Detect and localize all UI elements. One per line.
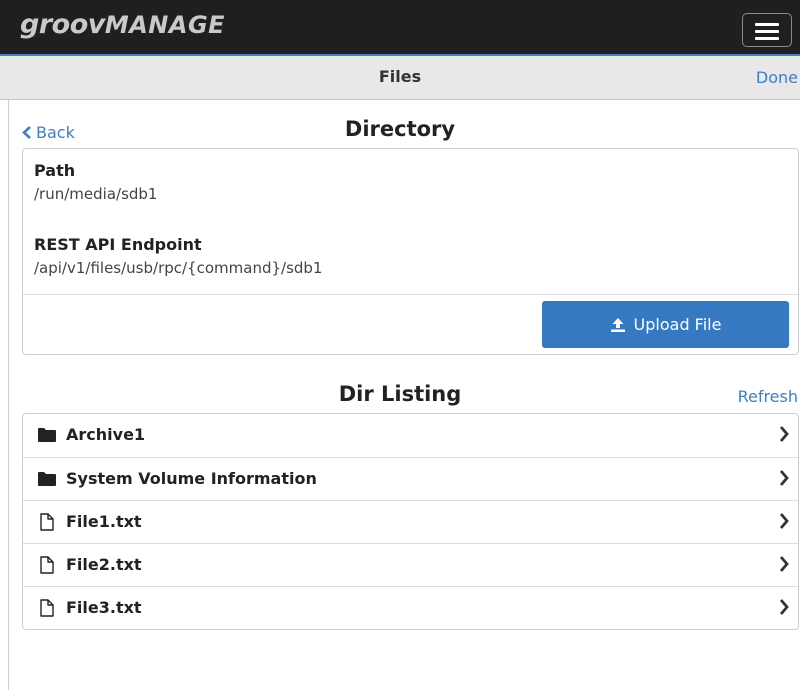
list-item-file3[interactable]: File3.txt <box>23 586 798 629</box>
list-item-name: System Volume Information <box>66 469 317 488</box>
hamburger-menu-button[interactable] <box>742 13 792 47</box>
dir-listing-panel: Archive1 System Volume Information File1… <box>22 413 799 630</box>
path-field: Path /run/media/sdb1 <box>34 161 157 203</box>
logo-text-manage: MANAGE <box>104 11 226 39</box>
upload-file-button[interactable]: Upload File <box>542 301 789 348</box>
path-value: /run/media/sdb1 <box>34 185 158 203</box>
page-title: Files <box>378 67 422 86</box>
file-icon <box>40 599 54 617</box>
chevron-right-icon <box>779 513 789 529</box>
hamburger-icon-line <box>755 37 779 40</box>
refresh-link[interactable]: Refresh <box>738 387 798 406</box>
hamburger-icon-line <box>755 30 779 33</box>
list-item-file1[interactable]: File1.txt <box>23 500 798 543</box>
chevron-left-icon <box>22 126 31 139</box>
folder-icon <box>38 428 56 442</box>
list-item-name: File1.txt <box>66 512 142 531</box>
list-item-name: File3.txt <box>66 598 142 617</box>
chevron-right-icon <box>779 599 789 615</box>
directory-title: Directory <box>344 117 456 141</box>
list-item-name: Archive1 <box>66 425 146 444</box>
done-link[interactable]: Done <box>756 68 798 87</box>
groov-manage-logo: groovMANAGE <box>20 9 225 40</box>
upload-label: Upload File <box>633 315 722 334</box>
chevron-right-icon <box>779 556 789 572</box>
directory-section-header: Directory Back <box>0 117 800 147</box>
list-item-archive1[interactable]: Archive1 <box>23 414 798 457</box>
back-label: Back <box>36 123 75 142</box>
folder-icon <box>38 472 56 486</box>
chevron-right-icon <box>779 426 789 442</box>
list-item-name: File2.txt <box>66 555 142 574</box>
listing-title: Dir Listing <box>338 382 462 406</box>
panel-divider <box>23 294 798 295</box>
list-item-system-volume-information[interactable]: System Volume Information <box>23 457 798 500</box>
path-label: Path <box>34 161 76 180</box>
file-icon <box>40 556 54 574</box>
top-navbar: groovMANAGE <box>0 0 800 56</box>
endpoint-field: REST API Endpoint /api/v1/files/usb/rpc/… <box>34 235 322 277</box>
logo-text-groov: groov <box>20 9 105 40</box>
left-edge-border <box>8 56 9 690</box>
hamburger-icon <box>755 23 779 26</box>
page-header: Files Done <box>0 56 800 100</box>
file-icon <box>40 513 54 531</box>
back-link[interactable]: Back <box>22 123 75 142</box>
chevron-right-icon <box>779 470 789 486</box>
upload-icon <box>610 317 625 332</box>
directory-panel: Path /run/media/sdb1 REST API Endpoint /… <box>22 148 799 355</box>
endpoint-value: /api/v1/files/usb/rpc/{command}/sdb1 <box>34 259 323 277</box>
endpoint-label: REST API Endpoint <box>34 235 202 254</box>
listing-section-header: Dir Listing Refresh <box>0 382 800 412</box>
list-item-file2[interactable]: File2.txt <box>23 543 798 586</box>
